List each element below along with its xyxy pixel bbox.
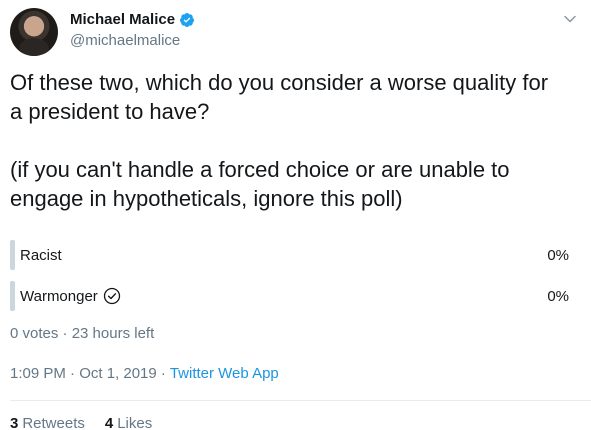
author-handle[interactable]: @michaelmalice <box>70 32 180 49</box>
verified-badge-icon <box>179 12 195 28</box>
engagement-stats: 3 Retweets 4 Likes <box>10 415 172 430</box>
likes-label: Likes <box>117 415 153 430</box>
timestamp[interactable]: 1:09 PM · Oct 1, 2019 · <box>10 365 170 382</box>
tweet-text-line: Of these two, which do you consider a wo… <box>10 70 549 95</box>
poll-option-text: Warmonger <box>20 287 98 305</box>
poll-option-label: Racist <box>20 247 62 264</box>
tweet-text-line: a president to have? <box>10 99 210 124</box>
display-name[interactable]: Michael Malice <box>70 11 175 28</box>
poll-option-label: Warmonger <box>20 287 121 305</box>
poll-option-text: Racist <box>20 246 62 264</box>
divider <box>10 400 591 401</box>
poll-option-racist[interactable]: Racist 0% <box>10 240 581 270</box>
poll-meta: 0 votes · 23 hours left <box>10 325 155 342</box>
tweet-card: Michael Malice @michaelmalice Of these t… <box>0 0 591 430</box>
timestamp-row: 1:09 PM · Oct 1, 2019 · Twitter Web App <box>10 365 279 382</box>
tweet-text: Of these two, which do you consider a wo… <box>10 68 585 213</box>
chevron-down-icon[interactable] <box>563 12 577 26</box>
poll-option-warmonger[interactable]: Warmonger 0% <box>10 281 581 311</box>
source-app-link[interactable]: Twitter Web App <box>170 365 279 382</box>
poll-option-percent: 0% <box>547 246 569 264</box>
retweets-label: Retweets <box>22 415 85 430</box>
tweet-text-line: engage in hypotheticals, ignore this pol… <box>10 186 403 211</box>
tweet-text-line: (if you can't handle a forced choice or … <box>10 157 510 182</box>
poll-option-percent: 0% <box>547 287 569 305</box>
poll-bar <box>10 240 15 270</box>
retweets-count: 3 <box>10 415 19 430</box>
likes-count: 4 <box>104 415 114 430</box>
poll-bar <box>10 281 15 311</box>
avatar[interactable] <box>10 8 58 56</box>
author-name-row[interactable]: Michael Malice <box>70 11 195 28</box>
likes-stat[interactable]: 4 Likes <box>105 415 152 430</box>
retweets-stat[interactable]: 3 Retweets <box>10 415 85 430</box>
check-circle-icon <box>103 287 121 305</box>
